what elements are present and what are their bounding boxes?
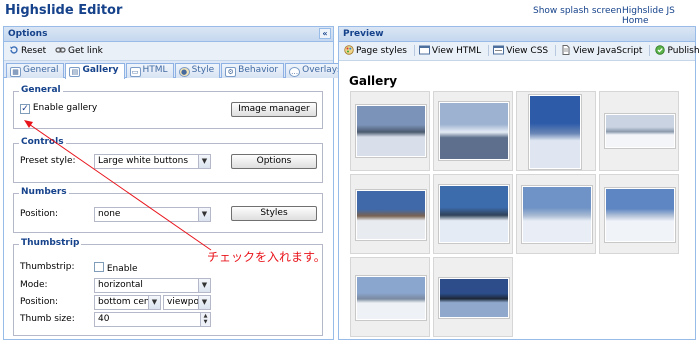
annotation-arrow [24,120,212,251]
annotation-text: チェックを入れます。 [207,250,326,264]
